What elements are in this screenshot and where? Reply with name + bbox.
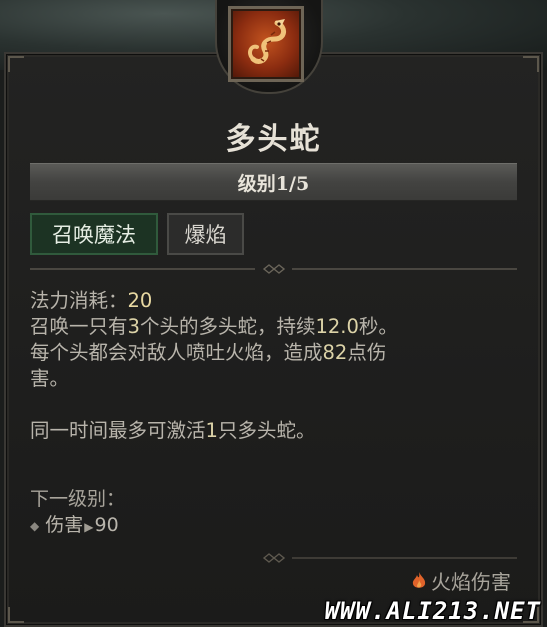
head-count-value: 3: [127, 315, 140, 338]
tag-summoning-label: 召唤魔法: [52, 223, 136, 247]
divider: [292, 268, 517, 270]
divider-ornament-icon: [262, 553, 286, 563]
mana-cost-line: 法力消耗：20: [30, 288, 520, 314]
fire-icon: [412, 571, 426, 588]
skill-name: 多头蛇: [225, 122, 322, 157]
damage-type: 火焰伤害: [411, 566, 511, 595]
description-line: 害。: [30, 366, 520, 392]
duration-value: 12.0: [315, 315, 359, 338]
skill-description: 法力消耗：20 召唤一只有3个头的多头蛇，持续12.0秒。 每个头都会对敌人喷吐…: [30, 288, 520, 444]
description-text: 个头的多头蛇，持续: [139, 315, 316, 338]
panel-corner: [8, 607, 24, 623]
description-text: 点伤: [347, 341, 387, 364]
mana-cost-label: 法力消耗：: [30, 289, 128, 312]
divider: [30, 268, 255, 270]
next-level-stat-label: 伤害: [45, 514, 84, 536]
description-text: 每个头都会对敌人喷吐火焰，造成: [30, 341, 323, 364]
description-text: 召唤一只有: [30, 315, 128, 338]
description-line: 同一时间最多可激活1只多头蛇。: [30, 418, 520, 444]
watermark: WWW.ALI213.NET: [324, 597, 541, 625]
mana-cost-value: 20: [127, 289, 153, 312]
skill-level-bar: 级别1/5: [30, 163, 517, 201]
damage-type-label: 火焰伤害: [431, 570, 511, 594]
skill-level: 级别1/5: [237, 172, 310, 195]
panel-corner: [523, 56, 539, 72]
tag-pyromancy: 爆焰: [167, 213, 244, 255]
tag-summoning: 召唤魔法: [30, 213, 158, 255]
next-level-stat: ◆ 伤害▶90: [30, 510, 119, 537]
description-text: 只多头蛇。: [217, 419, 316, 442]
panel-corner: [8, 56, 24, 72]
description-line: 每个头都会对敌人喷吐火焰，造成82点伤: [30, 340, 520, 366]
divider: [292, 557, 517, 559]
damage-value: 82: [322, 341, 348, 364]
divider-ornament-icon: [262, 264, 286, 274]
description-text: 秒。: [358, 315, 398, 338]
arrow-right-icon: ▶: [84, 520, 94, 534]
hydra-skill-icon: [228, 6, 304, 82]
description-line: 召唤一只有3个头的多头蛇，持续12.0秒。: [30, 314, 520, 340]
description-text: 同一时间最多可激活: [30, 419, 206, 442]
active-limit-value: 1: [205, 419, 218, 442]
next-level-heading: 下一级别：: [30, 488, 126, 510]
description-text: 害。: [30, 367, 70, 390]
next-level-stat-value: 90: [94, 514, 119, 536]
tag-pyromancy-label: 爆焰: [184, 223, 227, 247]
bullet-icon: ◆: [30, 518, 40, 533]
